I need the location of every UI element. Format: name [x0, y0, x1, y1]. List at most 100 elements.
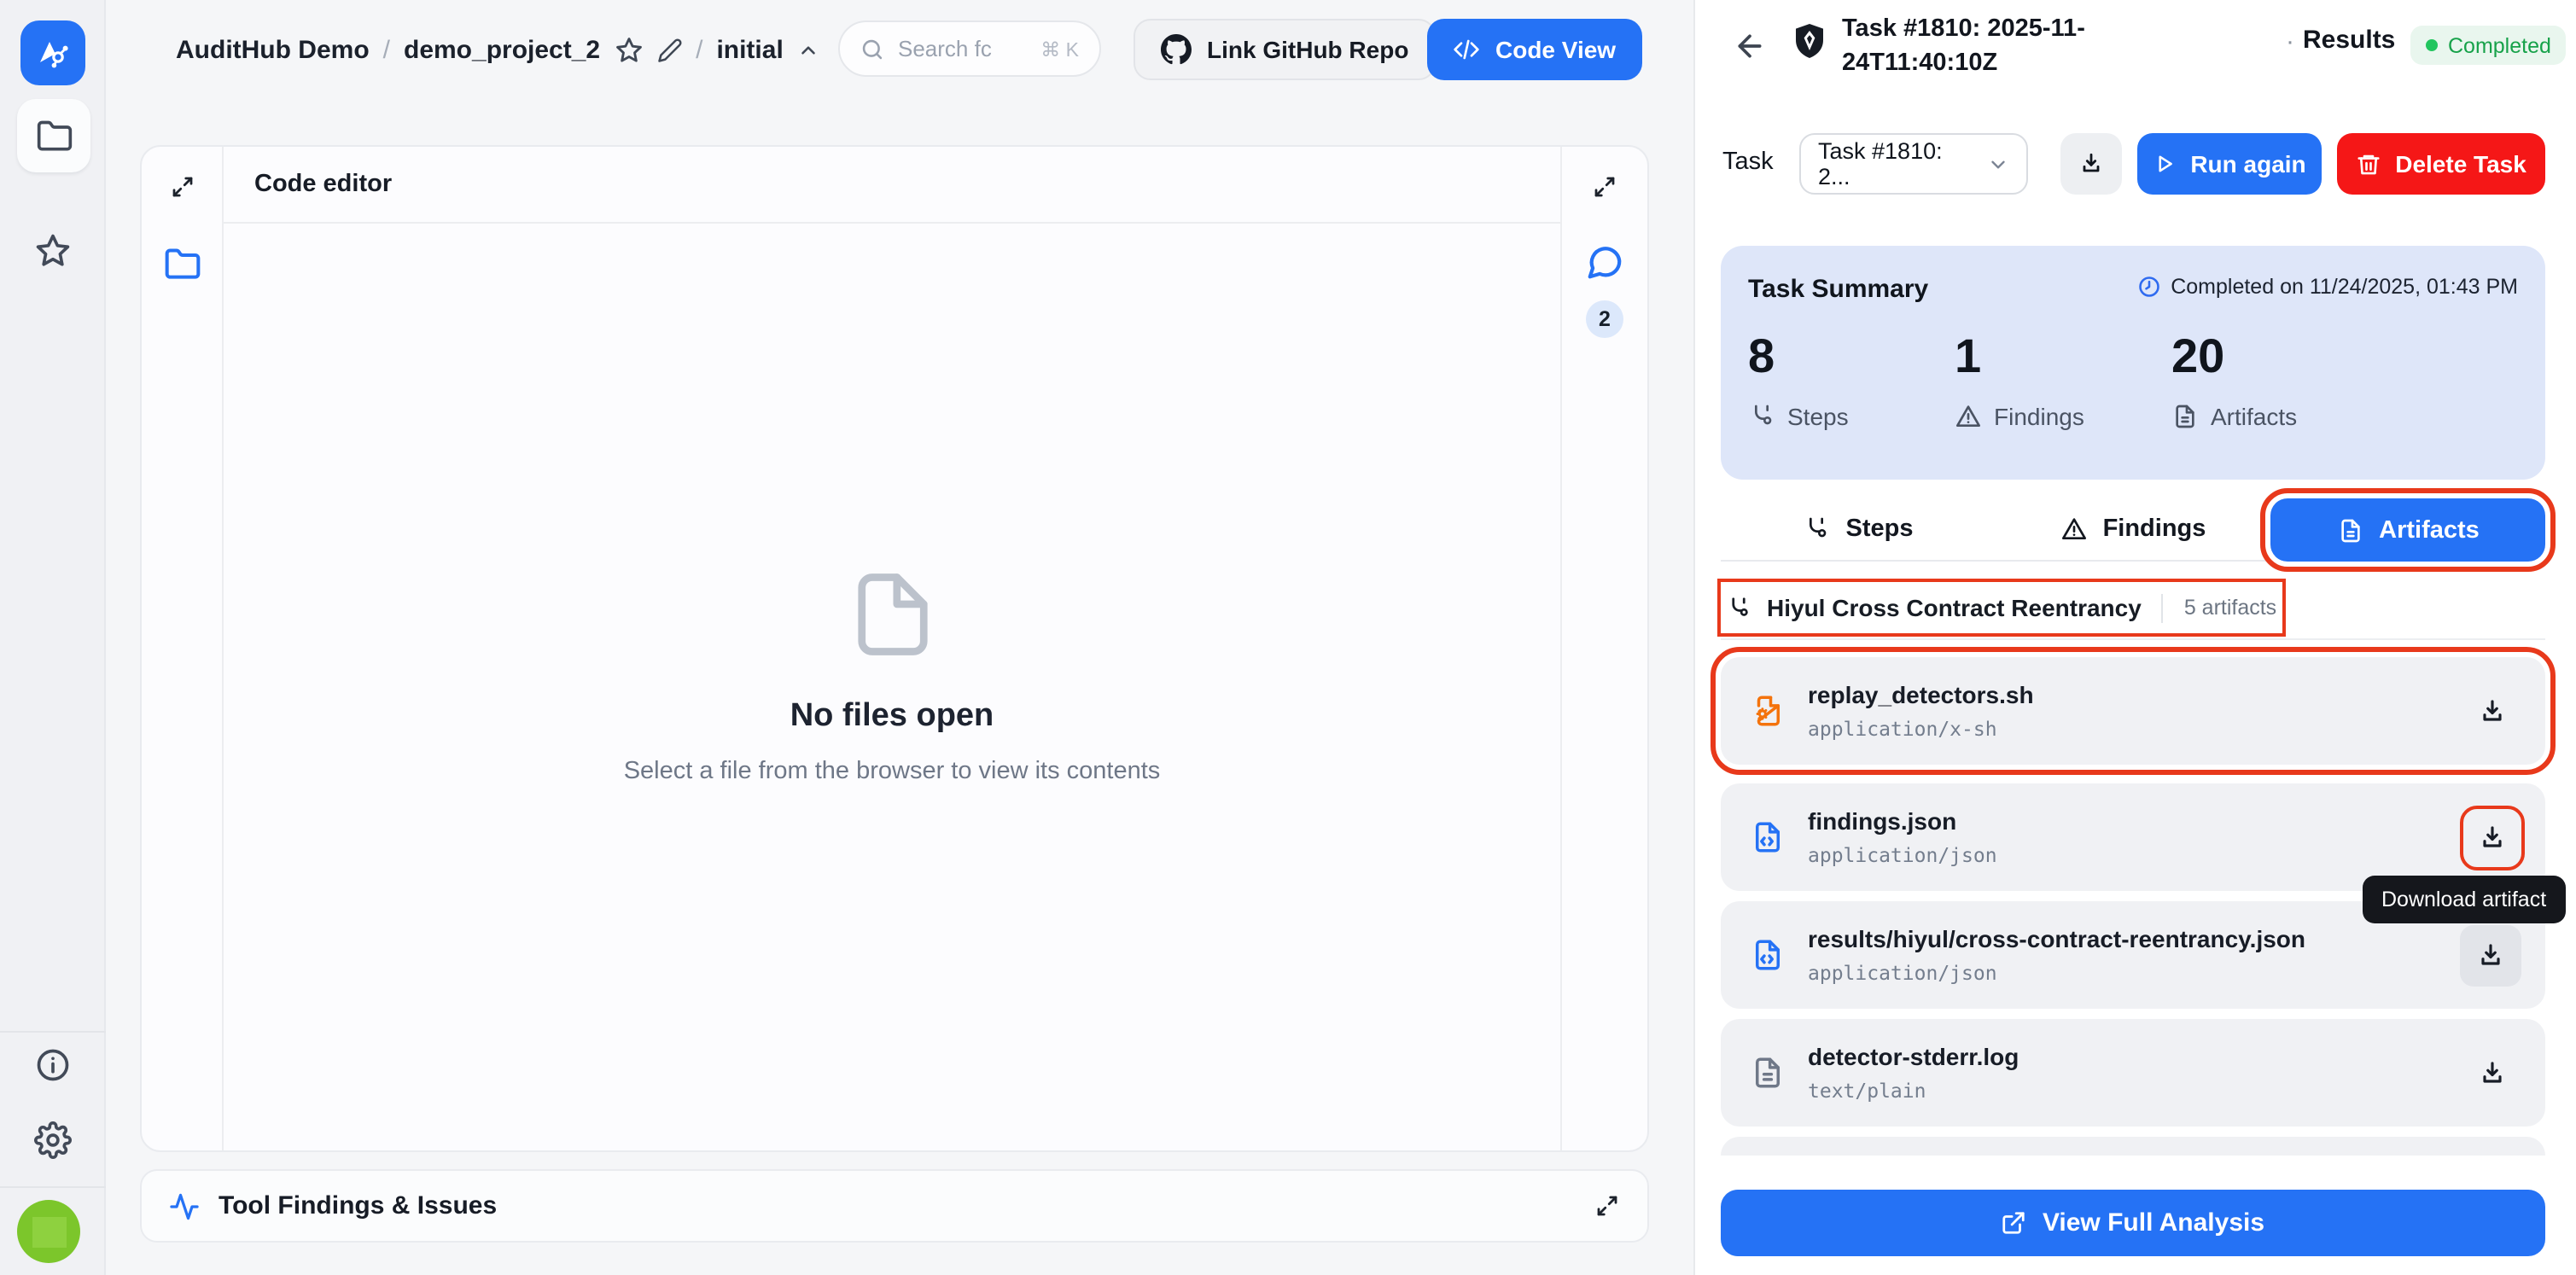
- download-artifact-tooltip: Download artifact: [2363, 876, 2565, 923]
- expand-icon: [1592, 174, 1617, 200]
- file-code-icon: [1750, 937, 1786, 973]
- rename-pencil-icon[interactable]: [656, 37, 682, 62]
- warning-icon: [1955, 403, 1982, 430]
- code-editor-panel: Code editor No files open Select a file …: [140, 145, 1649, 1152]
- branch-icon: [1726, 595, 1751, 620]
- github-icon: [1161, 34, 1192, 65]
- file-code-icon: [1750, 819, 1786, 855]
- search-box[interactable]: ⌘ K: [838, 20, 1101, 77]
- branch-icon: [1748, 403, 1775, 430]
- empty-state-title: No files open: [790, 698, 994, 736]
- code-view-button[interactable]: Code View: [1427, 19, 1641, 80]
- task-summary-title: Task Summary: [1748, 275, 1928, 304]
- tab-findings[interactable]: Findings: [1996, 498, 2270, 562]
- info-icon: [34, 1046, 72, 1084]
- delete-task-button[interactable]: Delete Task: [2337, 133, 2545, 195]
- code-view-label: Code View: [1495, 36, 1616, 63]
- artifact-name: detector-stderr.log: [1808, 1043, 2019, 1072]
- run-again-button[interactable]: Run again: [2137, 133, 2322, 195]
- comments-count-badge: 2: [1586, 300, 1623, 338]
- play-icon: [2153, 152, 2177, 176]
- completed-on-text: Completed on 11/24/2025, 01:43 PM: [2171, 275, 2518, 299]
- run-again-label: Run again: [2190, 150, 2305, 178]
- sidebar-item-info[interactable]: [0, 1046, 106, 1084]
- sidebar-divider: [0, 1031, 106, 1033]
- tab-artifacts[interactable]: Artifacts: [2270, 498, 2545, 562]
- sidebar-item-settings[interactable]: [0, 1121, 106, 1159]
- editor-left-gutter: [142, 147, 222, 1150]
- tab-findings-label: Findings: [2103, 515, 2206, 543]
- expand-right-panel-button[interactable]: [1592, 174, 1617, 200]
- download-artifact-button[interactable]: [2463, 682, 2521, 740]
- download-icon: [2477, 822, 2508, 853]
- status-label: Completed: [2448, 33, 2551, 57]
- editor-right-gutter: 2: [1562, 147, 1647, 1150]
- back-button[interactable]: [1733, 29, 1767, 63]
- breadcrumb-repo[interactable]: demo_project_2: [404, 35, 600, 64]
- sidebar-item-favorites[interactable]: [0, 232, 106, 270]
- artifact-mime: application/json: [1808, 843, 1997, 867]
- steps-count: 8: [1748, 329, 1775, 382]
- artifact-mime: text/plain: [1808, 1079, 2019, 1103]
- status-badge: Completed: [2410, 26, 2567, 65]
- external-link-icon: [2002, 1210, 2027, 1236]
- logo-icon: [32, 32, 73, 73]
- comments-toggle[interactable]: [1585, 242, 1624, 282]
- file-gear-icon: [1750, 693, 1786, 729]
- tool-findings-bar[interactable]: Tool Findings & Issues: [140, 1169, 1649, 1243]
- artifact-row-partial[interactable]: [1721, 1137, 2545, 1156]
- findings-count: 1: [1955, 329, 1981, 382]
- favorite-star-icon[interactable]: [614, 35, 643, 64]
- app-window: AuditHub Demo / demo_project_2 / initial…: [0, 0, 2576, 1275]
- completed-on: Completed on 11/24/2025, 01:43 PM: [2136, 275, 2518, 299]
- group-separator: [2162, 593, 2164, 622]
- download-artifact-button[interactable]: [2460, 924, 2521, 986]
- results-label: Results: [2303, 26, 2395, 55]
- breadcrumb-branch[interactable]: initial: [716, 35, 783, 64]
- file-browser-toggle[interactable]: [163, 246, 201, 283]
- download-task-button[interactable]: [2060, 133, 2122, 195]
- view-full-analysis-button[interactable]: View Full Analysis: [1721, 1190, 2545, 1256]
- artifact-mime: application/x-sh: [1808, 717, 2034, 741]
- expand-left-panel-button[interactable]: [169, 174, 195, 200]
- app-logo[interactable]: [20, 20, 85, 85]
- editor-header: Code editor: [224, 147, 1560, 224]
- download-artifact-button[interactable]: [2463, 808, 2521, 866]
- expand-icon: [169, 174, 195, 200]
- view-full-analysis-label: View Full Analysis: [2043, 1208, 2264, 1237]
- task-title: Task #1810: 2025-11-24T11:40:10Z: [1842, 12, 2142, 80]
- tool-findings-label: Tool Findings & Issues: [219, 1191, 497, 1220]
- file-text-icon: [2336, 516, 2363, 544]
- artifacts-count: 20: [2171, 329, 2224, 382]
- search-shortcut: ⌘ K: [1040, 37, 1079, 61]
- task-select[interactable]: Task #1810: 2...: [1799, 133, 2028, 195]
- artifacts-label: Artifacts: [2211, 403, 2297, 430]
- download-artifact-button[interactable]: [2463, 1044, 2521, 1102]
- expand-findings-button[interactable]: [1594, 1193, 1620, 1219]
- link-github-label: Link GitHub Repo: [1207, 36, 1408, 63]
- download-icon: [2477, 1057, 2508, 1088]
- tab-steps[interactable]: Steps: [1721, 498, 1996, 562]
- user-avatar[interactable]: [17, 1200, 80, 1263]
- artifact-count-badge: 5 artifacts: [2184, 596, 2276, 620]
- editor-title: Code editor: [254, 171, 392, 198]
- editor-empty-state: No files open Select a file from the bro…: [224, 565, 1560, 785]
- search-input[interactable]: [898, 36, 1017, 61]
- sidebar-item-files[interactable]: [17, 99, 90, 172]
- stat-findings: 1 Findings: [1955, 326, 2171, 430]
- chat-bubble-icon: [1585, 242, 1624, 282]
- artifact-row[interactable]: detector-stderr.log text/plain: [1721, 1019, 2545, 1127]
- trash-icon: [2356, 151, 2381, 177]
- stat-steps: 8 Steps: [1748, 326, 1955, 430]
- artifact-name: findings.json: [1808, 807, 1997, 836]
- task-results-panel: Task #1810: 2025-11-24T11:40:10Z · Resul…: [1693, 0, 2576, 1275]
- expand-icon: [1594, 1193, 1620, 1219]
- gear-icon: [34, 1121, 72, 1159]
- artifact-row[interactable]: replay_detectors.sh application/x-sh: [1721, 657, 2545, 765]
- chevron-up-icon[interactable]: [797, 38, 819, 61]
- code-icon: [1453, 36, 1480, 63]
- breadcrumb-project[interactable]: AuditHub Demo: [176, 35, 370, 64]
- link-github-repo-button[interactable]: Link GitHub Repo: [1134, 19, 1436, 80]
- artifact-group-header[interactable]: Hiyul Cross Contract Reentrancy 5 artifa…: [1726, 587, 2276, 628]
- arrow-left-icon: [1733, 29, 1767, 63]
